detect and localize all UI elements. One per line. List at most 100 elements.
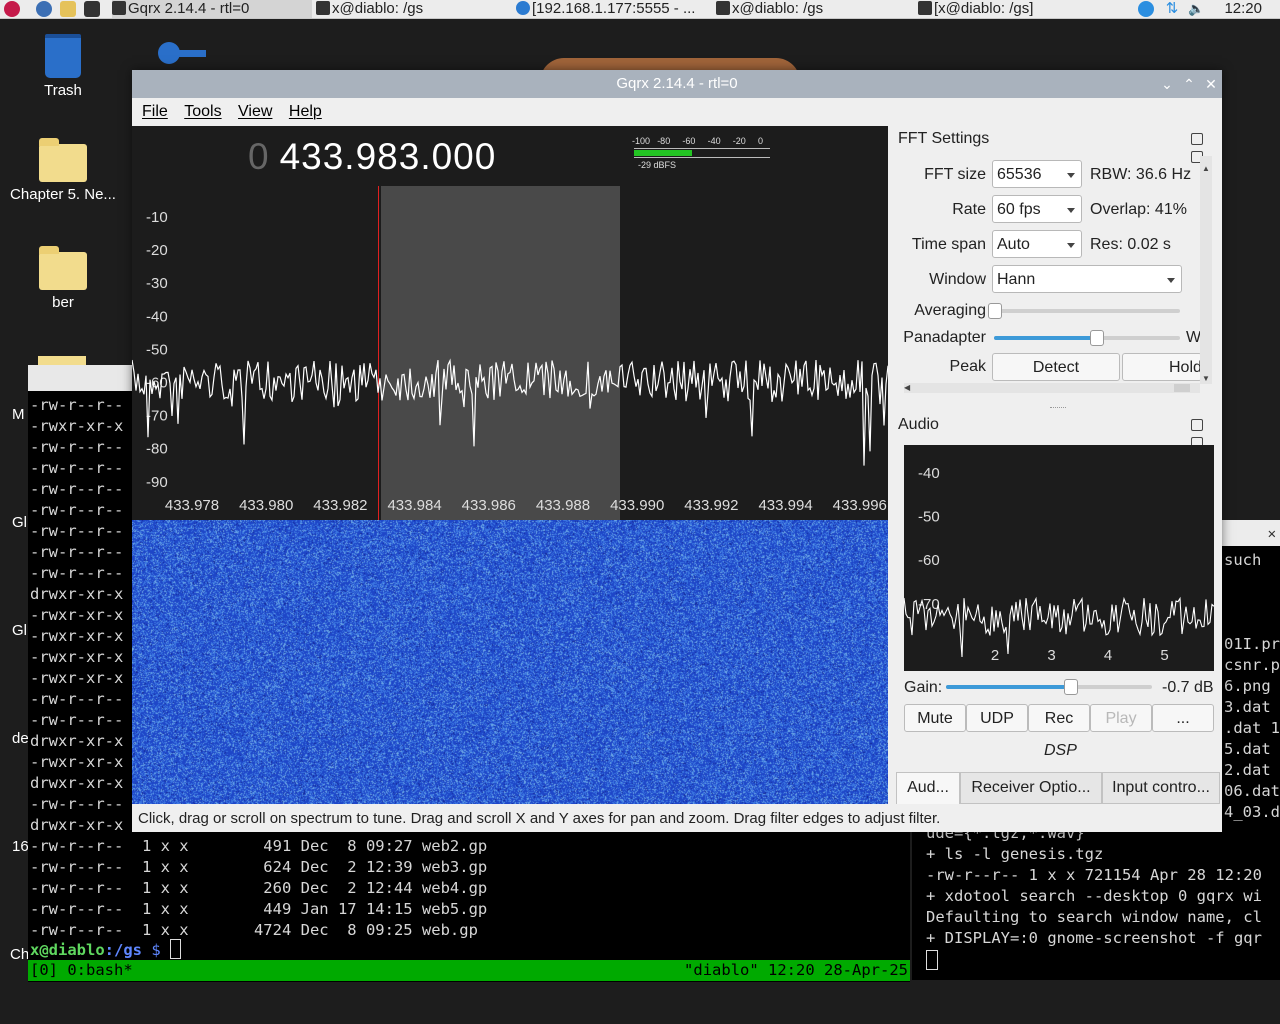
status-bar: Click, drag or scroll on spectrum to tun… <box>138 810 941 827</box>
dock-float-close-icons[interactable] <box>1190 418 1214 449</box>
mute-button[interactable]: Mute <box>904 704 966 732</box>
volume-icon[interactable]: 🔈 <box>1188 1 1204 17</box>
minimize-icon[interactable]: ⌄ <box>1156 70 1178 98</box>
averaging-slider[interactable] <box>988 303 1180 319</box>
terminal-line: -rw-r--r-- 1 x x 624 Dec 2 12:39 web3.gp <box>30 858 488 876</box>
terminal-line: 4_03.da <box>1224 803 1280 821</box>
terminal-line: -rwxr-xr-x <box>30 417 124 435</box>
task-terminal-1[interactable]: x@diablo: /gs <box>316 0 512 18</box>
audio-options-button[interactable]: ... <box>1152 704 1214 732</box>
audio-x-tick: 3 <box>1047 647 1055 664</box>
desktop-icon-ber[interactable]: ber <box>8 246 118 311</box>
scroll-up-icon[interactable]: ▲ <box>1202 164 1210 173</box>
chevron-down-icon <box>1067 243 1075 248</box>
terminal-launcher-icon[interactable] <box>84 1 100 17</box>
prompt-symbol: $ <box>141 941 170 959</box>
web-browser-icon[interactable] <box>36 1 52 17</box>
spectrum-x-tick: 433.982 <box>313 497 367 514</box>
task-terminal-2[interactable]: x@diablo: /gs <box>716 0 912 18</box>
resolution-readout: Res: 0.02 s <box>1090 236 1171 253</box>
terminal-line: 6.png C <box>1224 677 1280 695</box>
timespan-select[interactable]: Auto <box>992 230 1082 258</box>
spectrum-plot[interactable]: 0 433.983.000 -100 -80 -60 -40 -20 0 -29 dBFS … <box>132 126 888 520</box>
raspberry-menu-icon[interactable] <box>4 1 20 17</box>
spectrum-x-tick: 433.994 <box>758 497 812 514</box>
spectrum-y-tick: -50 <box>146 341 168 358</box>
audio-x-tick: 5 <box>1160 647 1168 664</box>
play-button[interactable]: Play <box>1090 704 1152 732</box>
close-icon[interactable]: ✕ <box>1200 70 1222 98</box>
chevron-down-icon <box>1067 208 1075 213</box>
terminal-line: -rw-r--r-- <box>30 543 124 561</box>
slider-handle[interactable] <box>988 303 1002 319</box>
close-icon[interactable]: ✕ <box>1268 524 1276 545</box>
task-terminal-3[interactable]: [x@diablo: /gs] <box>918 0 1114 18</box>
rate-select[interactable]: 60 fps <box>992 195 1082 223</box>
menu-view[interactable]: View <box>238 103 272 120</box>
audio-y-tick: -50 <box>918 509 940 526</box>
terminal-line: -rw-r--r-- 1 x x 449 Jan 17 14:15 web5.g… <box>30 900 488 918</box>
bluetooth-icon[interactable] <box>1138 1 1154 17</box>
tab-audio[interactable]: Aud... <box>896 772 960 804</box>
terminal-line: -rw-r--r-- 1 x x 260 Dec 2 12:44 web4.gp <box>30 879 488 897</box>
shell-prompt[interactable]: x@diablo:/gs $ <box>30 939 181 961</box>
terminal-line: + ls -l genesis.tgz <box>926 845 1104 863</box>
menu-file[interactable]: File <box>142 103 168 120</box>
edge-letter: 16 <box>12 838 29 855</box>
tab-input-controls[interactable]: Input contro... <box>1102 772 1220 804</box>
menu-help[interactable]: Help <box>289 103 322 120</box>
dock-float-close-icons[interactable] <box>1190 132 1214 163</box>
audio-gain-slider[interactable] <box>946 679 1152 695</box>
desktop-icon-trash[interactable]: Trash <box>8 34 118 99</box>
rec-button[interactable]: Rec <box>1028 704 1090 732</box>
prompt-path: :/gs <box>104 941 142 959</box>
terminal-line: + DISPLAY=:0 gnome-screenshot -f gqr <box>926 929 1262 947</box>
peak-detect-button[interactable]: Detect <box>992 353 1120 381</box>
tab-receiver-options[interactable]: Receiver Optio... <box>960 772 1102 804</box>
terminal-line: 3.dat C <box>1224 698 1280 716</box>
tmux-window-list: [0] 0:bash* <box>30 961 133 979</box>
edge-letter: Ch <box>10 946 30 963</box>
text-cursor <box>926 950 938 970</box>
task-browser[interactable]: [192.168.1.177:5555 - ... <box>516 0 712 18</box>
audio-fft-plot[interactable]: -40 -50 -60 -70 2 3 4 5 <box>904 445 1214 671</box>
panadapter-slider[interactable] <box>994 330 1180 346</box>
terminal-line: -rwxr-xr-x <box>30 648 124 666</box>
slider-handle[interactable] <box>1090 330 1105 346</box>
waterfall-display[interactable] <box>132 520 888 804</box>
dock-splitter[interactable] <box>1050 407 1066 410</box>
panadapter-right-label: W <box>1186 329 1202 346</box>
network-icon[interactable]: ⇅ <box>1164 1 1180 17</box>
spectrum-trace <box>132 358 888 466</box>
fft-scrollbar-horizontal[interactable]: ◀ <box>904 383 1200 393</box>
audio-trace-area: -40-50-60-702 3 4 5 <box>904 465 1214 664</box>
prompt-user: x@diablo <box>30 941 105 959</box>
fft-size-select[interactable]: 65536 <box>992 160 1082 188</box>
peak-hold-button[interactable]: Hold <box>1122 353 1202 381</box>
task-gqrx[interactable]: Gqrx 2.14.4 - rtl=0 <box>112 0 312 18</box>
scroll-thumb[interactable] <box>1174 384 1190 392</box>
maximize-icon[interactable]: ⌃ <box>1178 70 1200 98</box>
terminal-line: 01I.pr <box>1224 635 1280 653</box>
terminal-line: drwxr-xr-x <box>30 774 124 792</box>
terminal-line: -rwxr-xr-x <box>30 753 124 771</box>
spectrum-y-tick: -40 <box>146 308 168 325</box>
menu-tools[interactable]: Tools <box>184 103 221 120</box>
udp-button[interactable]: UDP <box>966 704 1028 732</box>
window-select[interactable]: Hann <box>992 265 1182 293</box>
gqrx-window[interactable]: Gqrx 2.14.4 - rtl=0 ⌄ ⌃ ✕ File Tools Vie… <box>132 70 1222 832</box>
file-manager-icon[interactable] <box>60 1 76 17</box>
terminal-line: Defaulting to search window name, cl <box>926 908 1262 926</box>
slider-handle[interactable] <box>1063 679 1078 695</box>
desktop-icon-chapter5[interactable]: Chapter 5. Ne... <box>8 138 118 203</box>
audio-x-tick: 2 <box>991 647 999 664</box>
scroll-left-icon[interactable]: ◀ <box>904 383 910 392</box>
terminal-line: + xdotool search --desktop 0 gqrx wi <box>926 887 1262 905</box>
scroll-down-icon[interactable]: ▼ <box>1202 374 1210 383</box>
spectrum-y-tick: -80 <box>146 441 168 458</box>
gain-value: -0.7 dB <box>1162 679 1214 696</box>
peak-label: Peak <box>949 358 986 375</box>
fft-scrollbar-vertical[interactable]: ▲ ▼ <box>1200 156 1212 384</box>
gqrx-titlebar[interactable]: Gqrx 2.14.4 - rtl=0 ⌄ ⌃ ✕ <box>132 70 1222 98</box>
terminal-line: -rwxr-xr-x <box>30 606 124 624</box>
